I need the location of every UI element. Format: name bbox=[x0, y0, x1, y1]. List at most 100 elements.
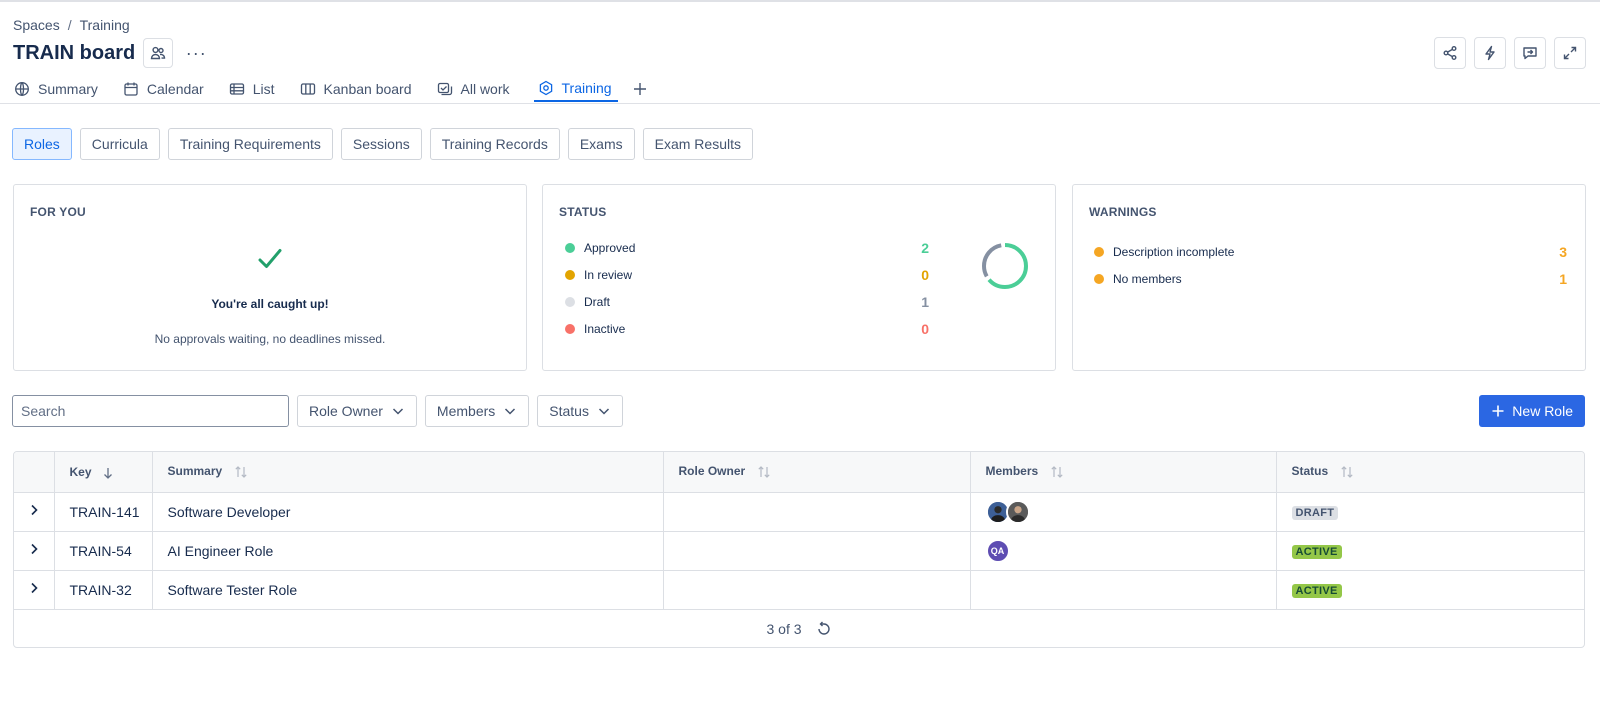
status-row-inactive[interactable]: Inactive 0 bbox=[565, 321, 929, 337]
sort-descending-icon bbox=[103, 467, 112, 479]
tab-all-work[interactable]: All work bbox=[436, 76, 511, 102]
page-title: TRAIN board bbox=[13, 41, 136, 64]
breadcrumb-spaces[interactable]: Spaces bbox=[13, 17, 60, 33]
refresh-icon[interactable] bbox=[816, 621, 832, 637]
role-owner-cell[interactable] bbox=[663, 570, 971, 610]
plus-icon bbox=[1492, 405, 1504, 417]
expand-row-button[interactable] bbox=[14, 570, 55, 610]
sort-icon bbox=[1340, 466, 1353, 479]
subtab-training-records[interactable]: Training Records bbox=[429, 128, 560, 160]
status-cell[interactable]: ACTIVE bbox=[1276, 531, 1584, 571]
new-role-label: New Role bbox=[1512, 403, 1573, 419]
avatar[interactable]: QA bbox=[985, 538, 1010, 563]
automation-button[interactable] bbox=[1474, 37, 1506, 69]
expand-row-button[interactable] bbox=[14, 492, 55, 532]
share-icon bbox=[1443, 46, 1457, 60]
tab-kanban-board-label: Kanban board bbox=[323, 81, 412, 97]
status-row-draft[interactable]: Draft 1 bbox=[565, 294, 929, 310]
sort-icon bbox=[234, 466, 247, 479]
key-cell[interactable]: TRAIN-54 bbox=[54, 531, 153, 571]
chevron-right-icon bbox=[31, 504, 38, 516]
key-cell[interactable]: TRAIN-32 bbox=[54, 570, 153, 610]
tab-summary-label: Summary bbox=[38, 81, 98, 97]
tab-list[interactable]: List bbox=[228, 76, 276, 102]
summary-column-header[interactable]: Summary bbox=[152, 452, 664, 493]
summary-cell[interactable]: AI Engineer Role bbox=[152, 531, 664, 571]
checkmark-icon bbox=[258, 249, 282, 268]
subtab-exams[interactable]: Exams bbox=[567, 128, 635, 160]
table-row[interactable]: TRAIN-141 Software Developer DRAFT bbox=[14, 492, 1584, 532]
subtab-roles[interactable]: Roles bbox=[12, 128, 72, 160]
tab-training[interactable]: Training bbox=[533, 76, 618, 102]
warning-value: 3 bbox=[1559, 244, 1567, 260]
status-label: In review bbox=[584, 268, 633, 282]
check-icon-wrap bbox=[14, 245, 526, 273]
members-filter[interactable]: Members bbox=[424, 395, 530, 427]
summary-column-label: Summary bbox=[167, 464, 223, 479]
tab-summary[interactable]: Summary bbox=[13, 76, 99, 102]
table-row[interactable]: TRAIN-32 Software Tester Role ACTIVE bbox=[14, 570, 1584, 610]
new-role-button[interactable]: New Role bbox=[1479, 395, 1585, 427]
person-avatar-icon bbox=[1007, 501, 1028, 522]
key-cell[interactable]: TRAIN-141 bbox=[54, 492, 153, 532]
breadcrumb-training[interactable]: Training bbox=[80, 17, 130, 33]
summary-cell[interactable]: Software Tester Role bbox=[152, 570, 664, 610]
subtab-training-requirements[interactable]: Training Requirements bbox=[167, 128, 333, 160]
members-cell[interactable]: QA bbox=[970, 531, 1277, 571]
table-footer: 3 of 3 bbox=[14, 610, 1584, 648]
training-icon bbox=[539, 80, 552, 96]
sort-icon bbox=[757, 466, 770, 479]
members-column-header[interactable]: Members bbox=[970, 452, 1277, 493]
people-button[interactable] bbox=[143, 38, 174, 68]
tab-calendar[interactable]: Calendar bbox=[122, 76, 205, 102]
nav-divider bbox=[0, 103, 1600, 104]
role-owner-filter[interactable]: Role Owner bbox=[297, 395, 417, 427]
tab-kanban-board[interactable]: Kanban board bbox=[299, 76, 413, 102]
title-row: TRAIN board ··· bbox=[13, 38, 211, 68]
status-column-header[interactable]: Status bbox=[1276, 452, 1584, 493]
feedback-button[interactable] bbox=[1514, 37, 1546, 69]
draft-dot bbox=[565, 297, 575, 307]
subtab-sessions[interactable]: Sessions bbox=[340, 128, 422, 160]
avatar[interactable] bbox=[1005, 499, 1030, 524]
lightning-icon bbox=[1485, 45, 1495, 61]
role-owner-cell[interactable] bbox=[663, 492, 971, 532]
members-cell[interactable] bbox=[970, 492, 1277, 532]
warning-row-description-incomplete[interactable]: Description incomplete 3 bbox=[1094, 244, 1567, 260]
role-owner-cell[interactable] bbox=[663, 531, 971, 571]
status-filter[interactable]: Status bbox=[537, 395, 623, 427]
status-label: Inactive bbox=[584, 322, 626, 336]
status-row-in-review[interactable]: In review 0 bbox=[565, 267, 929, 283]
share-button[interactable] bbox=[1434, 37, 1466, 69]
status-lozenge: DRAFT bbox=[1291, 506, 1339, 520]
members-cell[interactable] bbox=[970, 570, 1277, 610]
calendar-icon bbox=[124, 82, 138, 96]
expand-column-header bbox=[14, 452, 55, 493]
table-row[interactable]: TRAIN-54 AI Engineer Role QA ACTIVE bbox=[14, 531, 1584, 571]
warning-row-no-members[interactable]: No members 1 bbox=[1094, 271, 1567, 287]
breadcrumb: Spaces / Training bbox=[13, 17, 130, 33]
caught-up-heading: You're all caught up! bbox=[211, 297, 329, 311]
people-icon bbox=[151, 46, 166, 60]
status-value: 0 bbox=[921, 267, 929, 283]
search-input[interactable] bbox=[12, 395, 289, 427]
subtab-curricula[interactable]: Curricula bbox=[79, 128, 160, 160]
expand-row-button[interactable] bbox=[14, 531, 55, 571]
more-actions-button[interactable]: ··· bbox=[181, 38, 211, 68]
role-owner-column-header[interactable]: Role Owner bbox=[663, 452, 971, 493]
status-cell[interactable]: DRAFT bbox=[1276, 492, 1584, 532]
warnings-card: WARNINGS Description incomplete 3 No mem… bbox=[1072, 184, 1586, 371]
key-column-header[interactable]: Key bbox=[54, 452, 153, 493]
subtab-exam-results[interactable]: Exam Results bbox=[642, 128, 753, 160]
tab-calendar-label: Calendar bbox=[146, 81, 204, 97]
status-cell[interactable]: ACTIVE bbox=[1276, 570, 1584, 610]
tab-all-work-label: All work bbox=[460, 81, 510, 97]
fullscreen-button[interactable] bbox=[1554, 37, 1586, 69]
inactive-dot bbox=[565, 324, 575, 334]
all-work-icon bbox=[437, 82, 452, 96]
add-tab-button[interactable] bbox=[632, 76, 648, 102]
status-row-approved[interactable]: Approved 2 bbox=[565, 240, 929, 256]
in-review-dot bbox=[565, 270, 575, 280]
summary-cell[interactable]: Software Developer bbox=[152, 492, 664, 532]
table-header-row: Key Summary Role Owner Members Status bbox=[14, 452, 1584, 493]
